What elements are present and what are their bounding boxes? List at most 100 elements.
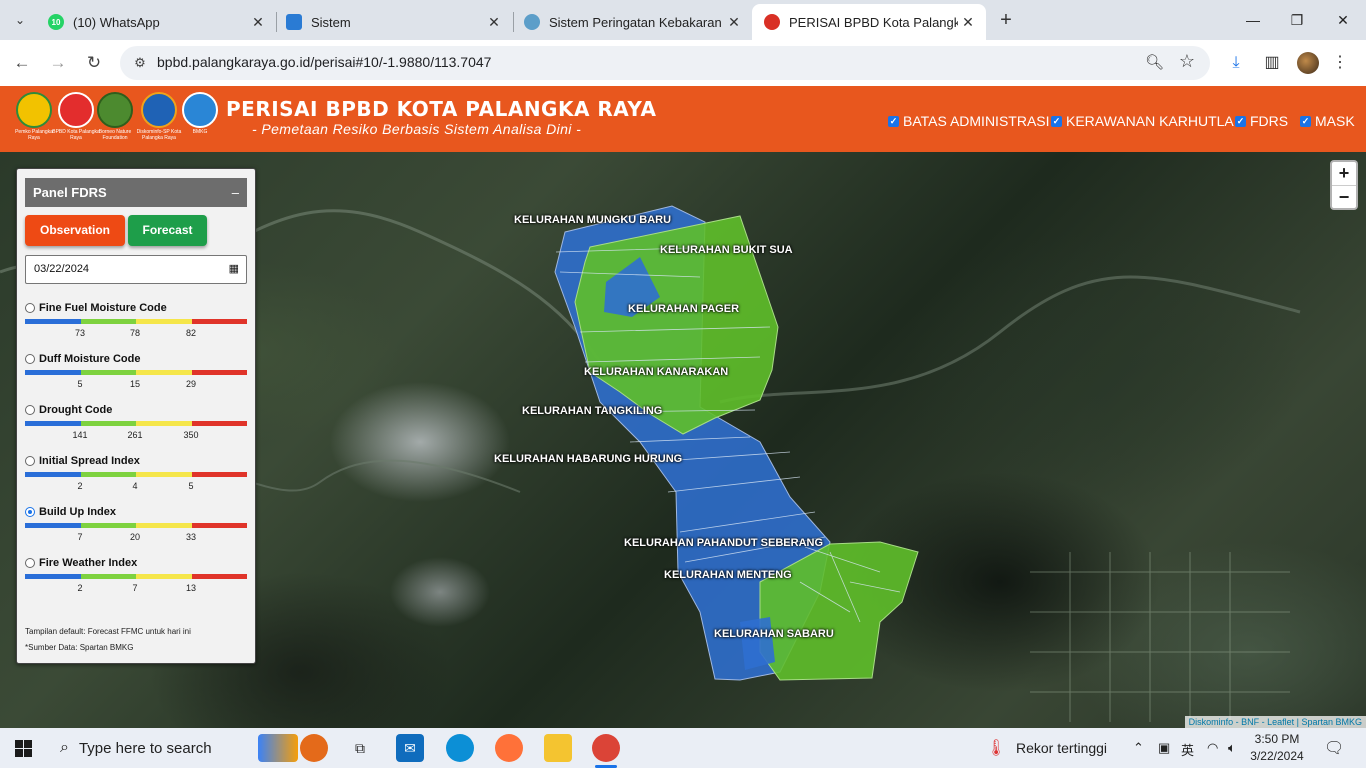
kelurahan-label[interactable]: KELURAHAN PAHANDUT SEBERANG — [624, 537, 823, 549]
thermometer-icon: 🌡︎ — [986, 740, 1007, 757]
scale-tick-label: 141 — [72, 430, 88, 440]
restore-icon[interactable]: ❐ — [1282, 8, 1312, 32]
minimize-icon[interactable]: — — [1238, 8, 1268, 32]
zoom-out-button[interactable]: − — [1332, 185, 1356, 208]
tab-whatsapp[interactable]: 10 (10) WhatsApp ✕ — [36, 4, 276, 40]
input-method-icon[interactable]: 英 — [1181, 740, 1194, 759]
wifi-icon[interactable]: ◠ — [1207, 740, 1218, 756]
checkbox-checked-icon[interactable]: ✓ — [1051, 115, 1062, 127]
scale-segment — [136, 472, 192, 477]
mail-icon[interactable]: ✉ — [396, 734, 424, 762]
windows-start-icon[interactable] — [15, 740, 32, 757]
layer-toggle-mask[interactable]: ✓ MASK — [1300, 113, 1355, 129]
fdrs-index-option[interactable]: Build Up Index 7 20 33 — [25, 506, 247, 552]
observation-button[interactable]: Observation — [25, 215, 125, 246]
close-tab-icon[interactable]: ✕ — [724, 14, 744, 31]
new-tab-icon[interactable]: + — [994, 8, 1018, 32]
kelurahan-label[interactable]: KELURAHAN HABARUNG HURUNG — [494, 453, 682, 465]
taskbar-search[interactable]: ⌕ Type here to search — [48, 728, 252, 768]
url-text[interactable]: bpbd.palangkaraya.go.id/perisai#10/-1.98… — [157, 54, 491, 70]
zoom-icon[interactable]: 🔍︎ — [1145, 53, 1164, 71]
scale-segment — [80, 319, 136, 324]
tab-perisai[interactable]: PERISAI BPBD Kota Palangka Ra ✕ — [752, 4, 986, 40]
kelurahan-label[interactable]: KELURAHAN KANARAKAN — [584, 366, 728, 378]
fdrs-index-option[interactable]: Duff Moisture Code 5 15 29 — [25, 353, 247, 399]
index-radio[interactable] — [25, 354, 35, 364]
scale-tick-label: 2 — [77, 583, 83, 593]
close-tab-icon[interactable]: ✕ — [248, 14, 268, 31]
checkbox-checked-icon[interactable]: ✓ — [1300, 115, 1311, 127]
address-bar[interactable]: ⚙ bpbd.palangkaraya.go.id/perisai#10/-1.… — [120, 46, 1210, 80]
chrome-icon[interactable] — [592, 734, 620, 768]
layer-toggle-batas-administrasi[interactable]: ✓ BATAS ADMINISTRASI — [888, 113, 1050, 129]
scale-segment — [80, 574, 136, 579]
logo-caption: Borneo Nature Foundation — [98, 129, 132, 141]
fdrs-index-option[interactable]: Drought Code 141 261 350 — [25, 404, 247, 450]
download-icon[interactable]: ⤓ — [1224, 51, 1248, 75]
file-explorer-icon[interactable] — [544, 734, 572, 762]
menu-kebab-icon[interactable]: ⋮ — [1328, 51, 1352, 75]
widget-app-icon[interactable] — [258, 734, 298, 762]
back-icon[interactable]: ← — [10, 51, 34, 75]
chevron-up-icon[interactable]: ⌃ — [1133, 740, 1144, 756]
date-input[interactable]: 03/22/2024 ▦ — [25, 255, 247, 284]
fdrs-area-low[interactable] — [740, 617, 775, 670]
kelurahan-label[interactable]: KELURAHAN MUNGKU BARU — [514, 214, 671, 226]
notification-icon[interactable]: 🗨︎ — [1324, 738, 1344, 758]
site-info-icon[interactable]: ⚙ — [130, 53, 150, 73]
index-radio[interactable] — [25, 405, 35, 415]
bpbd-logo-icon — [58, 92, 94, 128]
task-view-icon[interactable]: ⧉ — [346, 734, 374, 762]
default-note: Tampilan default: Forecast FFMC untuk ha… — [25, 627, 191, 636]
edge-icon[interactable] — [446, 734, 474, 762]
layer-label: FDRS — [1250, 113, 1289, 129]
reload-icon[interactable]: ↻ — [82, 51, 106, 75]
volume-icon[interactable]: 🔈︎ — [1228, 740, 1236, 756]
kelurahan-label[interactable]: KELURAHAN PAGER — [628, 303, 739, 315]
index-radio[interactable] — [25, 303, 35, 313]
close-window-icon[interactable]: ✕ — [1328, 8, 1358, 32]
basketball-icon[interactable] — [300, 734, 328, 762]
forward-icon[interactable]: → — [46, 51, 70, 75]
collapse-icon[interactable]: – — [232, 178, 239, 207]
index-label: Fine Fuel Moisture Code — [39, 302, 167, 314]
fdrs-index-option[interactable]: Fire Weather Index 2 7 13 — [25, 557, 247, 603]
kelurahan-label[interactable]: KELURAHAN BUKIT SUA — [660, 244, 793, 256]
tab-search-chevron-icon[interactable]: ⌄ — [8, 8, 32, 32]
weather-widget[interactable]: 🌡︎ Rekor tertinggi — [986, 728, 1107, 768]
fdrs-index-option[interactable]: Initial Spread Index 2 4 5 — [25, 455, 247, 501]
calendar-icon[interactable]: ▦ — [229, 256, 239, 283]
scale-segment — [80, 472, 136, 477]
close-tab-icon[interactable]: ✕ — [484, 14, 504, 31]
kelurahan-label[interactable]: KELURAHAN TANGKILING — [522, 405, 662, 417]
index-radio[interactable] — [25, 507, 35, 517]
side-panel-icon[interactable]: ▥ — [1260, 51, 1284, 75]
close-tab-icon[interactable]: ✕ — [958, 14, 978, 31]
scale-segment — [25, 574, 81, 579]
meet-icon[interactable]: ▣ — [1158, 740, 1170, 756]
tab-sistem-peringatan[interactable]: Sistem Peringatan Kebakaran H ✕ — [512, 4, 752, 40]
profile-avatar[interactable] — [1297, 52, 1319, 74]
forecast-button[interactable]: Forecast — [128, 215, 207, 246]
map-attribution[interactable]: Diskominfo - BNF - Leaflet | Spartan BMK… — [1184, 716, 1366, 728]
checkbox-checked-icon[interactable]: ✓ — [1235, 115, 1246, 127]
layer-toggle-kerawanan-karhutla[interactable]: ✓ KERAWANAN KARHUTLA — [1051, 113, 1234, 129]
scale-tick-label: 4 — [132, 481, 138, 491]
index-radio[interactable] — [25, 558, 35, 568]
map-canvas[interactable]: KELURAHAN MUNGKU BARU KELURAHAN BUKIT SU… — [0, 152, 1366, 728]
scale-tick-label: 7 — [77, 532, 83, 542]
tab-sistem[interactable]: Sistem ✕ — [274, 4, 512, 40]
kelurahan-label[interactable]: KELURAHAN SABARU — [714, 628, 834, 640]
kelurahan-label[interactable]: KELURAHAN MENTENG — [664, 569, 792, 581]
index-label: Drought Code — [39, 404, 113, 416]
bookmark-star-icon[interactable]: ☆ — [1179, 51, 1195, 72]
firefox-icon[interactable] — [495, 734, 523, 762]
fdrs-index-option[interactable]: Fine Fuel Moisture Code 73 78 82 — [25, 302, 247, 348]
zoom-in-button[interactable]: + — [1332, 162, 1356, 185]
checkbox-checked-icon[interactable]: ✓ — [888, 115, 899, 127]
index-radio[interactable] — [25, 456, 35, 466]
system-clock[interactable]: 3:50 PM 3/22/2024 — [1245, 731, 1309, 765]
panel-header[interactable]: Panel FDRS – — [25, 178, 247, 207]
layer-toggle-fdrs[interactable]: ✓ FDRS — [1235, 113, 1288, 129]
layer-label: BATAS ADMINISTRASI — [903, 113, 1050, 129]
